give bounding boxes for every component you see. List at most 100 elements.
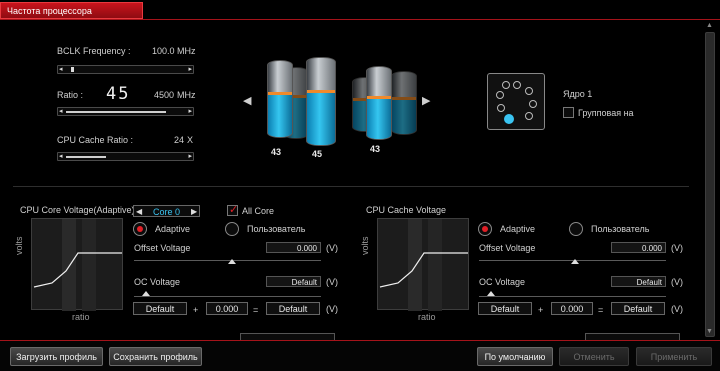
voltage-curve-icon [33,219,122,311]
load-profile-button[interactable]: Загрузить профиль [10,347,103,366]
slider-right-icon[interactable]: ▸ [188,107,192,115]
prev-core-icon[interactable]: ◀ [243,94,251,107]
slider-right-icon[interactable]: ▸ [188,152,192,160]
core-selector-panel [487,73,545,130]
oc-slider-thumb[interactable] [487,291,495,296]
formula-offset-box: 0.000 [551,302,593,315]
cylinder-label: 43 [271,147,282,157]
cache-ratio-slider[interactable]: ◂ ▸ [57,152,194,161]
oc-voltage-input[interactable]: Default [611,276,666,287]
formula-result-box: Default [266,302,320,315]
slider-right-icon[interactable]: ▸ [188,65,192,73]
offset-voltage-input[interactable]: 0.000 [266,242,321,253]
adaptive-label: Adaptive [155,224,191,234]
unit-label: (V) [326,277,338,287]
scroll-up-icon[interactable]: ▲ [706,22,713,29]
custom-label: Пользователь [247,224,306,234]
core-dot[interactable] [502,81,510,89]
custom-radio[interactable] [569,222,583,236]
core-cylinder [267,60,293,138]
core-cylinder-active [306,57,336,146]
slider-left-icon[interactable]: ◂ [59,107,63,115]
voltage-curve-icon [379,219,468,311]
apply-button[interactable]: Применить [636,347,712,366]
core-voltage-graph [31,218,123,311]
adaptive-radio[interactable] [133,222,147,236]
oc-voltage-label: OC Voltage [479,277,526,287]
slider-left-icon[interactable]: ◂ [59,152,63,160]
cache-voltage-title: CPU Cache Voltage [366,205,447,215]
next-row-slider-partial[interactable] [240,333,335,340]
graph-ylabel: volts [360,236,370,255]
unit-label: (V) [671,243,683,253]
unit-label: (V) [326,304,338,314]
graph-xlabel: ratio [418,312,436,322]
slider-fill [66,111,166,113]
equals-sign: = [253,305,259,315]
offset-slider-thumb[interactable] [228,259,236,264]
offset-voltage-label: Offset Voltage [134,243,191,253]
next-core-icon[interactable]: ▶ [422,94,430,107]
offset-voltage-input[interactable]: 0.000 [611,242,666,253]
graph-ylabel: volts [14,236,24,255]
graph-xlabel: ratio [72,312,90,322]
group-checkbox[interactable] [563,107,574,118]
oc-voltage-label: OC Voltage [134,277,181,287]
core-dot[interactable] [497,104,505,112]
save-profile-button[interactable]: Сохранить профиль [109,347,202,366]
formula-default-box: Default [133,302,187,315]
custom-label: Пользователь [591,224,650,234]
formula-offset-box: 0.000 [206,302,248,315]
tab-underline [0,19,720,20]
cancel-button[interactable]: Отменить [559,347,629,366]
bottom-action-bar: Загрузить профиль Сохранить профиль По у… [0,340,720,371]
formula-result-box: Default [611,302,665,315]
cache-ratio-label: CPU Cache Ratio : [57,135,134,145]
all-core-label: All Core [242,206,275,216]
spinner-left-icon[interactable]: ◀ [136,207,142,216]
equals-sign: = [598,305,604,315]
offset-voltage-label: Offset Voltage [479,243,536,253]
offset-slider-thumb[interactable] [571,259,579,264]
default-button[interactable]: По умолчанию [477,347,553,366]
bclk-unit: MHz [177,46,196,56]
oc-voltage-input[interactable]: Default [266,276,321,287]
cache-ratio-unit: X [187,135,194,145]
ratio-freq: 4500 [154,90,175,100]
core-dot[interactable] [525,112,533,120]
formula-default-box: Default [478,302,532,315]
tab-cpu-frequency[interactable]: Частота процессора [0,2,143,19]
core-select-value: Core 0 [153,207,181,217]
scroll-down-icon[interactable]: ▼ [706,328,713,335]
oc-slider-track[interactable] [134,296,321,297]
oc-slider-track[interactable] [479,296,666,297]
core-select-spinner[interactable]: ◀ Core 0 ▶ [133,205,200,217]
cache-ratio-value: 24 [174,135,185,145]
core-dot[interactable] [525,87,533,95]
bclk-slider[interactable]: ◂ ▸ [57,65,194,74]
unit-label: (V) [326,243,338,253]
core-dot-selected[interactable] [504,114,514,124]
core-dot[interactable] [496,91,504,99]
spinner-right-icon[interactable]: ▶ [191,207,197,216]
core-voltage-title: CPU Core Voltage(Adaptive) [20,205,135,215]
next-row-slider-partial[interactable] [585,333,680,340]
cache-voltage-graph [377,218,469,311]
adaptive-radio[interactable] [478,222,492,236]
core-dot[interactable] [529,100,537,108]
plus-sign: + [193,305,199,315]
slider-fill [66,156,106,158]
all-core-checkbox[interactable] [227,203,238,216]
group-checkbox-label: Групповая на [578,108,634,118]
ratio-unit: MHz [177,90,196,100]
adaptive-label: Adaptive [500,224,536,234]
plus-sign: + [538,305,544,315]
scrollbar-thumb[interactable] [705,32,715,337]
custom-radio[interactable] [225,222,239,236]
slider-thumb[interactable] [71,67,74,72]
ratio-label: Ratio : [57,90,84,100]
slider-left-icon[interactable]: ◂ [59,65,63,73]
ratio-slider[interactable]: ◂ ▸ [57,107,194,116]
core-dot[interactable] [513,81,521,89]
oc-slider-thumb[interactable] [142,291,150,296]
